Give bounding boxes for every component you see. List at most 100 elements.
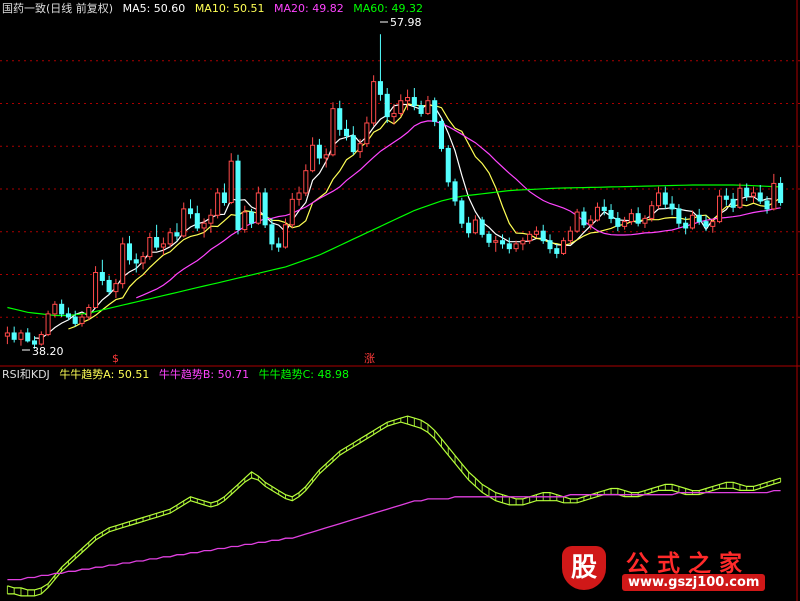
candle [93,266,99,309]
candle [744,183,750,201]
candle-body [622,221,628,227]
candle-body [581,211,587,226]
candle-body [615,217,621,227]
candle-body [710,221,716,227]
candle-body [154,237,160,248]
candle-body [527,233,533,242]
candle-body [391,112,397,118]
candle-body [303,170,309,194]
candle [778,177,784,206]
candle-body [750,192,757,197]
candle-body [147,237,153,258]
candle-body [567,230,573,242]
candle-body [106,279,112,293]
candle [262,188,268,228]
candle-body [432,100,438,122]
candle-body [676,208,682,224]
ma-line-ma20 [136,120,781,299]
candle [167,227,173,248]
candle-body [4,332,10,337]
candle-body [649,205,655,219]
candle [506,237,512,254]
candle-body [72,316,78,324]
candle [676,204,682,228]
candle-body [310,144,316,172]
candle-body [330,108,336,156]
candle [154,224,160,251]
moving-averages [7,102,781,340]
candle-body [554,248,560,254]
candle-body [764,200,770,210]
candles [4,34,784,349]
candle [330,102,336,157]
candle-body [520,240,526,245]
candle-body [655,192,662,207]
candle-body [608,209,614,219]
candle-body [38,334,44,345]
candle-body [99,272,105,281]
candle-body [276,243,282,248]
candle [221,183,227,206]
candle [242,205,248,233]
candle [418,100,424,117]
candle-body [445,147,451,183]
stock-chart[interactable]: 57.98 38.20 涨 $ [0,0,800,601]
candle [642,215,648,228]
candle [126,235,133,265]
candle-body [31,340,38,345]
candle [303,164,309,197]
candle [466,216,472,238]
candle-body [11,332,17,340]
candle-body [493,240,499,243]
candle-body [717,195,723,223]
candle [25,328,31,343]
candle [398,94,404,117]
candle-body [235,160,241,231]
candle [432,97,438,127]
candle [757,185,763,205]
candle [79,313,85,327]
candle-body [25,332,31,342]
candle [228,153,234,205]
watermark-logo: 股 [562,546,606,590]
grid [0,0,800,601]
candle-body [316,144,322,159]
candle [574,208,580,233]
candle [615,212,621,232]
candle-body [574,211,580,232]
candle-body [242,211,248,231]
candle [208,208,214,233]
candle [493,235,499,252]
candle [72,310,78,327]
candle [459,197,465,228]
candle-body [350,135,356,153]
candle [106,275,112,295]
candle [649,200,655,222]
candle [445,145,451,187]
candle-body [120,243,126,285]
candle [513,240,519,252]
candle-body [486,233,492,243]
candle [140,251,146,270]
candle [99,259,105,286]
candle [86,304,92,321]
candle-body [506,243,512,250]
candle [377,34,383,101]
candle-body [513,243,519,250]
candle [235,154,241,235]
candle-body [384,93,390,118]
candle [147,232,153,260]
candle-body [594,206,601,221]
candle [533,226,539,238]
candle [438,118,445,152]
candle [723,188,729,206]
candle [655,186,662,209]
candle [4,326,10,345]
candle-body [744,187,750,197]
candle [249,208,255,228]
watermark-url: www.gszj100.com [622,574,766,591]
candle [635,207,641,227]
candle-body [364,122,370,145]
candle-body [737,187,743,208]
candle [337,100,343,136]
